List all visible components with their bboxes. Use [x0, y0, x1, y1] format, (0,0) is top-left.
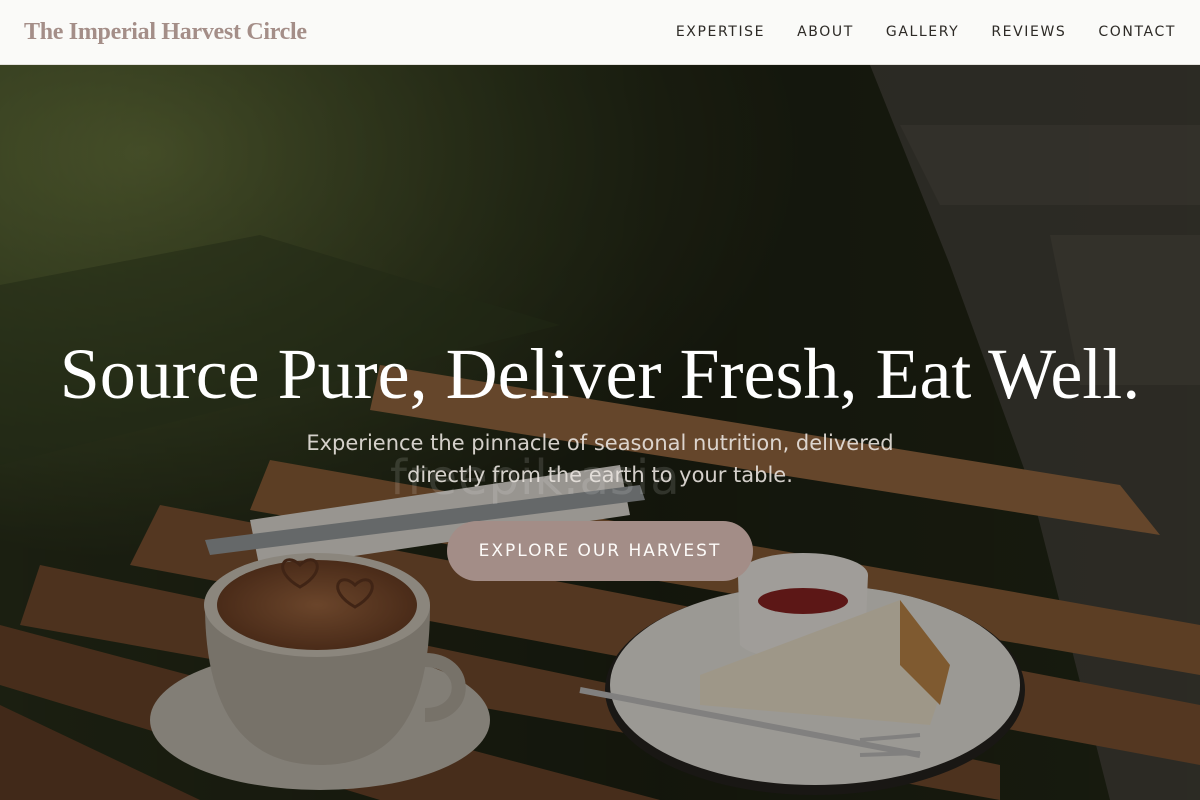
nav-link-gallery[interactable]: GALLERY — [886, 24, 959, 40]
nav-link-reviews[interactable]: REVIEWS — [991, 24, 1066, 40]
nav-link-contact[interactable]: CONTACT — [1098, 24, 1176, 40]
hero-content: Source Pure, Deliver Fresh, Eat Well. Ex… — [0, 334, 1200, 582]
nav-link-expertise[interactable]: EXPERTISE — [676, 24, 765, 40]
hero-subtitle: Experience the pinnacle of seasonal nutr… — [306, 431, 894, 487]
hero-section: freepik.asia Source Pure, Deliver Fresh,… — [0, 65, 1200, 800]
hero-title: Source Pure, Deliver Fresh, Eat Well. — [59, 334, 1141, 414]
nav-link-about[interactable]: ABOUT — [797, 24, 854, 40]
brand-logo[interactable]: The Imperial Harvest Circle — [24, 19, 307, 46]
top-navbar: The Imperial Harvest Circle EXPERTISE AB… — [0, 0, 1200, 65]
explore-harvest-button[interactable]: EXPLORE OUR HARVEST — [446, 521, 754, 582]
main-nav: EXPERTISE ABOUT GALLERY REVIEWS CONTACT — [676, 24, 1176, 40]
